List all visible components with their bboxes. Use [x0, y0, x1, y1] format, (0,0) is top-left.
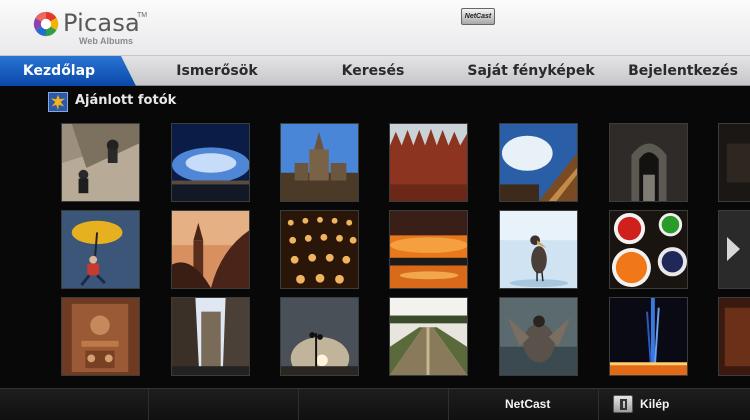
- netcast-badge-icon[interactable]: NetCast: [461, 8, 495, 25]
- tab-my-photos[interactable]: Saját fényképek: [460, 56, 602, 86]
- footer-divider: [148, 389, 149, 420]
- photo-thumbnail[interactable]: [499, 297, 578, 376]
- photo-thumbnail[interactable]: [280, 123, 359, 202]
- photo-thumbnail[interactable]: [389, 297, 468, 376]
- photo-thumbnail[interactable]: [609, 123, 688, 202]
- footer-divider: [448, 389, 449, 420]
- netcast-badge-text: NetCast: [464, 13, 492, 20]
- next-page-arrow-icon[interactable]: [727, 237, 740, 261]
- photo-thumbnail[interactable]: [61, 297, 140, 376]
- footer-divider: [598, 389, 599, 420]
- photo-thumbnail[interactable]: [171, 123, 250, 202]
- section-title: Ajánlott fotók: [75, 93, 177, 108]
- main-nav: Kezdőlap Ismerősök Keresés Saját fénykép…: [0, 56, 750, 86]
- photo-thumbnail[interactable]: [499, 123, 578, 202]
- logo-subtitle: Web Albums: [79, 36, 134, 46]
- photo-thumbnail[interactable]: [61, 210, 140, 289]
- featured-photos-icon: [48, 92, 68, 112]
- photo-thumbnail[interactable]: [609, 297, 688, 376]
- photo-thumbnail[interactable]: [61, 123, 140, 202]
- exit-icon[interactable]: [613, 395, 633, 413]
- exit-label[interactable]: Kilép: [640, 397, 669, 411]
- photo-thumbnail[interactable]: [280, 297, 359, 376]
- photo-thumbnail[interactable]: [389, 210, 468, 289]
- footer-divider: [298, 389, 299, 420]
- photo-thumbnail[interactable]: [280, 210, 359, 289]
- photo-thumbnail[interactable]: [171, 297, 250, 376]
- logo-trademark: TM: [137, 12, 148, 19]
- tab-friends[interactable]: Ismerősök: [152, 56, 282, 86]
- photo-thumbnail-partial[interactable]: [718, 297, 750, 376]
- tab-sign-in[interactable]: Bejelentkezés: [622, 56, 744, 86]
- photo-thumbnail[interactable]: [499, 210, 578, 289]
- logo-name: Picasa: [63, 9, 140, 37]
- photo-thumbnail[interactable]: [171, 210, 250, 289]
- photo-thumbnail[interactable]: [389, 123, 468, 202]
- netcast-label[interactable]: NetCast: [505, 397, 550, 411]
- footer-bar: [0, 388, 750, 420]
- tab-search[interactable]: Keresés: [318, 56, 428, 86]
- app-header: Picasa TM Web Albums: [0, 0, 750, 56]
- tab-home[interactable]: Kezdőlap: [0, 56, 118, 86]
- photo-thumbnail-partial[interactable]: [718, 123, 750, 202]
- photo-thumbnail[interactable]: [609, 210, 688, 289]
- picasa-logo-icon: [33, 11, 59, 37]
